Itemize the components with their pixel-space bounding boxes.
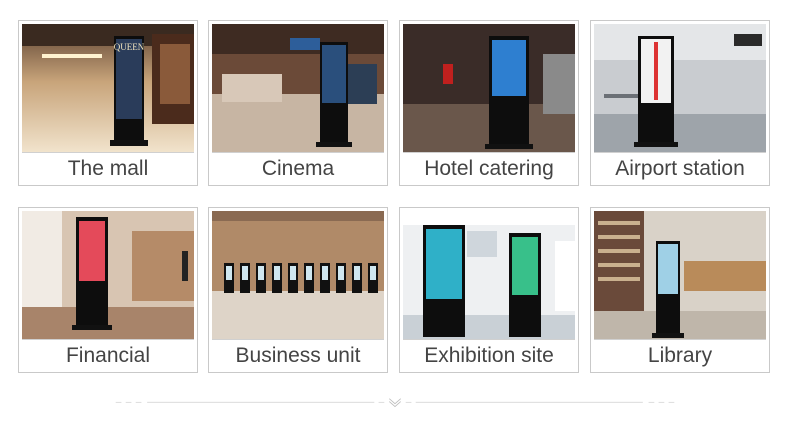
card-financial[interactable]: Financial xyxy=(18,207,198,373)
card-label: Financial xyxy=(65,344,151,367)
card-cinema[interactable]: Cinema xyxy=(208,20,388,186)
library-photo xyxy=(594,211,766,340)
business-photo xyxy=(212,211,384,340)
mall-photo: QUEEN xyxy=(22,24,194,153)
airport-photo xyxy=(594,24,766,153)
card-label: Hotel catering xyxy=(424,157,554,180)
hotel-kiosk xyxy=(485,36,533,149)
airport-kiosk xyxy=(634,36,678,147)
financial-photo xyxy=(22,211,194,340)
card-library[interactable]: Library xyxy=(590,207,770,373)
library-kiosk xyxy=(652,241,684,338)
mall-kiosk: QUEEN xyxy=(110,36,148,146)
card-exhibition-site[interactable]: Exhibition site xyxy=(399,207,579,373)
card-label: Exhibition site xyxy=(424,344,554,367)
card-label: The mall xyxy=(67,157,149,180)
card-the-mall[interactable]: QUEEN The mall xyxy=(18,20,198,186)
cinema-photo xyxy=(212,24,384,153)
svg-text:QUEEN: QUEEN xyxy=(114,42,145,52)
card-label: Business unit xyxy=(235,344,361,367)
card-label: Cinema xyxy=(261,157,335,180)
hotel-photo xyxy=(403,24,575,153)
cinema-kiosk xyxy=(316,42,352,147)
section-divider xyxy=(115,398,675,408)
card-airport-station[interactable]: Airport station xyxy=(590,20,770,186)
card-hotel-catering[interactable]: Hotel catering xyxy=(399,20,579,186)
financial-kiosk xyxy=(72,217,112,330)
exhibition-kiosk-right xyxy=(509,233,541,337)
card-label: Library xyxy=(647,344,713,367)
exhibition-photo xyxy=(403,211,575,340)
card-label: Airport station xyxy=(615,157,745,180)
card-business-unit[interactable]: Business unit xyxy=(208,207,388,373)
scenario-grid: QUEEN The mall Cinema Hotel catering Air… xyxy=(0,0,790,390)
exhibition-kiosk-left xyxy=(423,225,465,337)
chevron-down-icon xyxy=(389,398,401,408)
